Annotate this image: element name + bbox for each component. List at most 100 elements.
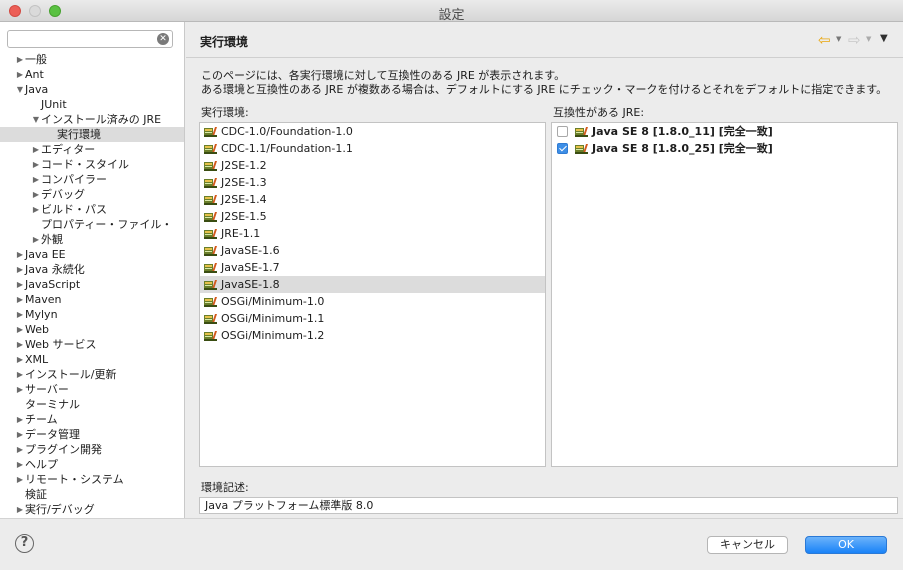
collapsed-chevron-icon[interactable]: ▶ (15, 277, 25, 292)
default-jre-checkbox[interactable] (557, 126, 568, 137)
tree-item[interactable]: ▼ インストール済みの JRE (0, 112, 184, 127)
tree-item[interactable]: ▶ Web (0, 322, 184, 337)
collapsed-chevron-icon[interactable]: ▶ (15, 337, 25, 352)
collapsed-chevron-icon[interactable]: ▶ (15, 52, 25, 67)
tree-item[interactable]: JUnit (0, 97, 184, 112)
collapsed-chevron-icon[interactable]: ▶ (15, 322, 25, 337)
environment-row[interactable]: J2SE-1.3 (200, 174, 545, 191)
environment-description-field[interactable]: Java プラットフォーム標準版 8.0 (199, 497, 898, 514)
expanded-chevron-icon[interactable]: ▼ (15, 82, 25, 97)
collapsed-chevron-icon[interactable]: ▶ (15, 262, 25, 277)
tree-item[interactable]: ▶ エディター (0, 142, 184, 157)
tree-item-label: 検証 (25, 488, 47, 501)
tree-item[interactable]: ▶ ビルド・パス (0, 202, 184, 217)
collapsed-chevron-icon[interactable]: ▶ (15, 352, 25, 367)
window-titlebar: 設定 (0, 0, 903, 23)
tree-item[interactable]: ▶ プラグイン開発 (0, 442, 184, 457)
tree-item[interactable]: ▶ 外観 (0, 232, 184, 247)
collapsed-chevron-icon[interactable]: ▶ (31, 157, 41, 172)
tree-item[interactable]: ▶ 実行/デバッグ (0, 502, 184, 517)
tree-item[interactable]: ▼ Java (0, 82, 184, 97)
expanded-chevron-icon[interactable]: ▼ (31, 112, 41, 127)
forward-arrow-icon[interactable]: ⇨ (848, 31, 861, 49)
tree-item[interactable]: ▶ コード・スタイル (0, 157, 184, 172)
tree-item[interactable]: ▶ 一般 (0, 52, 184, 67)
collapsed-chevron-icon[interactable]: ▶ (15, 367, 25, 382)
help-icon[interactable]: ? (15, 534, 34, 553)
collapsed-chevron-icon[interactable]: ▶ (31, 232, 41, 247)
environment-row[interactable]: J2SE-1.4 (200, 191, 545, 208)
environment-label: CDC-1.0/Foundation-1.0 (221, 125, 353, 138)
tree-item[interactable]: ▶ Java EE (0, 247, 184, 262)
environment-label: JavaSE-1.7 (221, 261, 280, 274)
collapsed-chevron-icon[interactable]: ▶ (15, 457, 25, 472)
tree-item[interactable]: ▶ Web サービス (0, 337, 184, 352)
collapsed-chevron-icon[interactable]: ▶ (15, 412, 25, 427)
collapsed-chevron-icon[interactable]: ▶ (15, 307, 25, 322)
tree-item[interactable]: ▶ ヘルプ (0, 457, 184, 472)
tree-item[interactable]: プロパティー・ファイル・ (0, 217, 184, 232)
environment-row[interactable]: JavaSE-1.8 (200, 276, 545, 293)
ok-button[interactable]: OK (805, 536, 887, 554)
tree-item-label: Maven (25, 293, 62, 306)
tree-item-label: データ管理 (25, 428, 80, 441)
window-title: 設定 (438, 8, 465, 23)
collapsed-chevron-icon[interactable]: ▶ (15, 502, 25, 517)
filter-input[interactable] (12, 32, 152, 46)
environments-list[interactable]: CDC-1.0/Foundation-1.0 CDC-1.1/Foundation… (199, 122, 546, 467)
back-history-chevron-icon[interactable]: ▼ (836, 35, 841, 43)
environment-row[interactable]: OSGi/Minimum-1.2 (200, 327, 545, 344)
tree-item[interactable]: ▶ インストール/更新 (0, 367, 184, 382)
tree-item[interactable]: 実行環境 (0, 127, 184, 142)
default-jre-checkbox[interactable] (557, 143, 568, 154)
tree-item[interactable]: ▶ データ管理 (0, 427, 184, 442)
forward-history-chevron-icon[interactable]: ▼ (866, 35, 871, 43)
tree-item[interactable]: ▶ コンパイラー (0, 172, 184, 187)
tree-item[interactable]: ターミナル (0, 397, 184, 412)
tree-item[interactable]: ▶ チーム (0, 412, 184, 427)
execution-environment-icon (204, 280, 217, 290)
environment-label: J2SE-1.2 (221, 159, 267, 172)
tree-item[interactable]: ▶ Maven (0, 292, 184, 307)
collapsed-chevron-icon[interactable]: ▶ (15, 67, 25, 82)
tree-item[interactable]: ▶ Mylyn (0, 307, 184, 322)
environment-row[interactable]: OSGi/Minimum-1.0 (200, 293, 545, 310)
collapsed-chevron-icon[interactable]: ▶ (15, 382, 25, 397)
compatible-jres-list[interactable]: Java SE 8 [1.8.0_11] [完全一致] Java SE 8 [1.… (551, 122, 898, 467)
tree-item[interactable]: ▶ Ant (0, 67, 184, 82)
tree-item[interactable]: 検証 (0, 487, 184, 502)
tree-item-label: Java 永続化 (25, 263, 85, 276)
tree-item[interactable]: ▶ デバッグ (0, 187, 184, 202)
view-menu-icon[interactable]: ▼ (880, 33, 888, 44)
back-arrow-icon[interactable]: ⇦ (818, 31, 831, 49)
tree-item[interactable]: ▶ リモート・システム (0, 472, 184, 487)
collapsed-chevron-icon[interactable]: ▶ (31, 187, 41, 202)
tree-item[interactable]: ▶ サーバー (0, 382, 184, 397)
collapsed-chevron-icon[interactable]: ▶ (31, 202, 41, 217)
tree-item[interactable]: ▶ JavaScript (0, 277, 184, 292)
collapsed-chevron-icon[interactable]: ▶ (31, 172, 41, 187)
environment-row[interactable]: OSGi/Minimum-1.1 (200, 310, 545, 327)
environment-row[interactable]: JavaSE-1.6 (200, 242, 545, 259)
environment-row[interactable]: J2SE-1.2 (200, 157, 545, 174)
clear-filter-icon[interactable]: ✕ (157, 33, 169, 45)
environment-row[interactable]: JRE-1.1 (200, 225, 545, 242)
cancel-button[interactable]: キャンセル (707, 536, 788, 554)
collapsed-chevron-icon[interactable]: ▶ (15, 442, 25, 457)
tree-item[interactable]: ▶ XML (0, 352, 184, 367)
collapsed-chevron-icon[interactable]: ▶ (15, 472, 25, 487)
compatible-jre-row[interactable]: Java SE 8 [1.8.0_11] [完全一致] (552, 123, 897, 140)
collapsed-chevron-icon[interactable]: ▶ (15, 292, 25, 307)
environment-row[interactable]: J2SE-1.5 (200, 208, 545, 225)
collapsed-chevron-icon[interactable]: ▶ (15, 427, 25, 442)
collapsed-chevron-icon[interactable]: ▶ (15, 247, 25, 262)
tree-item-label: Web サービス (25, 338, 97, 351)
tree-item[interactable]: ▶ Java 永続化 (0, 262, 184, 277)
environment-row[interactable]: CDC-1.1/Foundation-1.1 (200, 140, 545, 157)
preferences-tree: ▶ 一般 ▶ Ant ▼ Java JUnit ▼ インストール済みの JRE 実行環境 ▶ エディタ… (0, 52, 184, 517)
environment-row[interactable]: CDC-1.0/Foundation-1.0 (200, 123, 545, 140)
collapsed-chevron-icon[interactable]: ▶ (31, 142, 41, 157)
compatible-jre-row[interactable]: Java SE 8 [1.8.0_25] [完全一致] (552, 140, 897, 157)
environment-row[interactable]: JavaSE-1.7 (200, 259, 545, 276)
environment-label: JRE-1.1 (221, 227, 261, 240)
